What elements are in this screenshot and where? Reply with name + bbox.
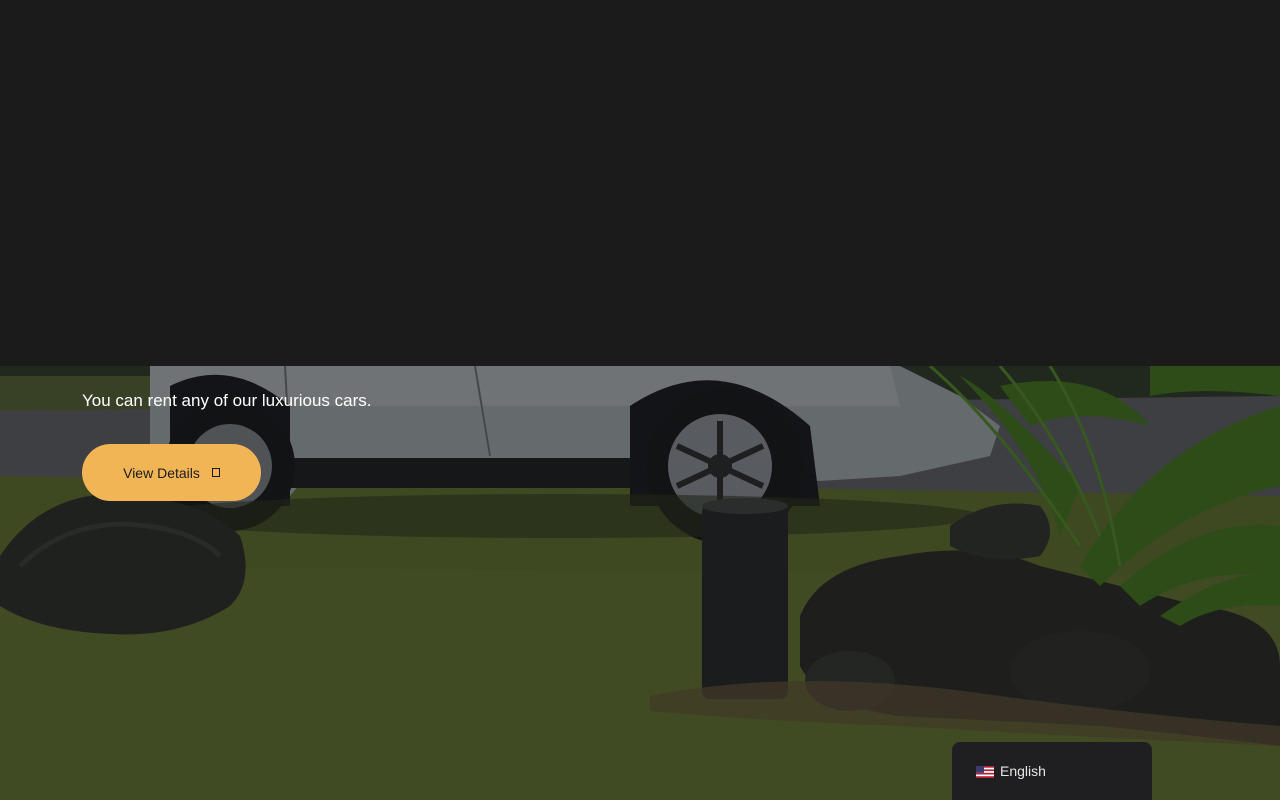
page: You can rent any of our luxurious cars. …	[0, 0, 1280, 800]
arrow-right-icon	[211, 468, 220, 477]
language-label: English	[1000, 763, 1046, 779]
header-band	[0, 0, 1280, 366]
view-details-button[interactable]: View Details	[82, 444, 261, 501]
hero-tagline: You can rent any of our luxurious cars.	[82, 391, 372, 410]
hero-background-image	[0, 366, 1280, 800]
language-switcher[interactable]: English	[952, 742, 1152, 800]
view-details-label: View Details	[123, 464, 200, 481]
us-flag-icon	[976, 766, 994, 778]
